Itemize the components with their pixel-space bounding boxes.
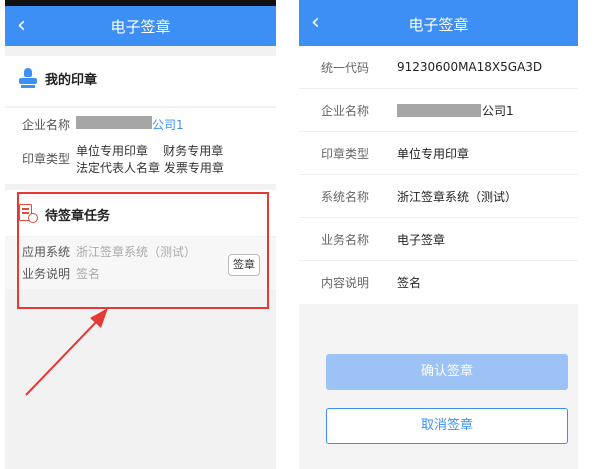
detail-value: 电子签章	[397, 232, 446, 247]
detail-label: 内容说明	[321, 276, 370, 290]
detail-value: 91230600MA18X5GA3D	[397, 60, 543, 74]
detail-row: 统一代码 91230600MA18X5GA3D	[299, 46, 578, 89]
nav-bar-right: ‹ 电子签章	[299, 0, 578, 46]
detail-label: 企业名称	[321, 103, 370, 118]
detail-value: 签名	[397, 276, 422, 290]
cancel-sign-button[interactable]: 取消签章	[326, 408, 568, 444]
right-screen: ‹ 电子签章 统一代码 91230600MA18X5GA3D 企业名称 公司1 …	[299, 0, 578, 469]
detail-row: 企业名称 公司1	[299, 89, 578, 132]
detail-list: 统一代码 91230600MA18X5GA3D 企业名称 公司1 印章类型 单位…	[299, 46, 578, 304]
detail-value: 浙江签章系统（测试）	[397, 189, 518, 204]
detail-label: 统一代码	[321, 60, 370, 75]
detail-label: 系统名称	[321, 189, 370, 204]
detail-label: 业务名称	[321, 232, 370, 247]
redacted-company	[397, 103, 481, 117]
page-title-right: 电子签章	[408, 16, 469, 34]
detail-value: 公司1	[482, 103, 514, 118]
detail-row: 内容说明 签名	[299, 261, 578, 304]
confirm-sign-button[interactable]: 确认签章	[326, 354, 568, 390]
detail-value: 单位专用印章	[397, 146, 470, 161]
detail-row: 系统名称 浙江签章系统（测试）	[299, 175, 578, 218]
detail-label: 印章类型	[321, 146, 370, 161]
detail-row: 印章类型 单位专用印章	[299, 132, 578, 175]
detail-row: 业务名称 电子签章	[299, 218, 578, 261]
